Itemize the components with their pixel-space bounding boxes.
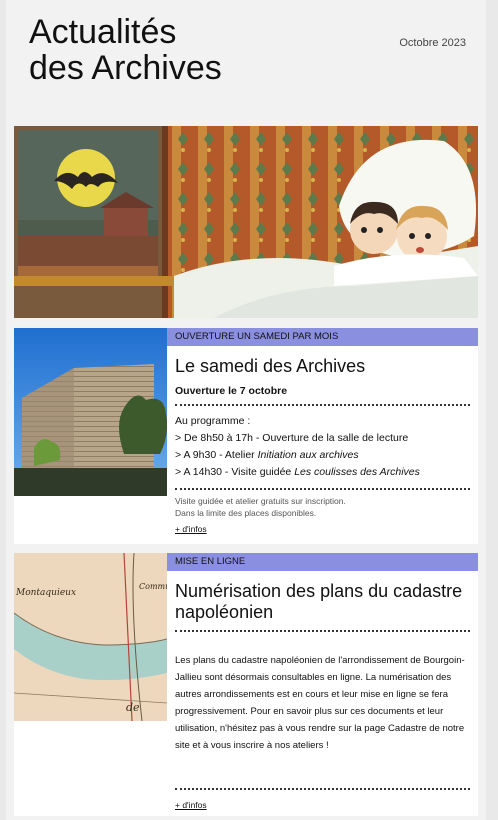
page-title: Actualités des Archives (29, 14, 222, 86)
program-item: > A 9h30 - Atelier Initiation aux archiv… (175, 449, 359, 461)
svg-text:de: de (126, 701, 140, 714)
hero-illustration (14, 126, 478, 318)
article-subtitle: Ouverture le 7 octobre (175, 385, 288, 397)
cadastre-map-image: Montaquieux Commu de (14, 553, 167, 721)
article-card-cadastre: Montaquieux Commu de MISE EN LIGNE Numér… (14, 553, 478, 816)
article-content: OUVERTURE UN SAMEDI PAR MOIS Le samedi d… (167, 328, 478, 544)
article-note: Visite guidée et atelier gratuits sur in… (175, 496, 346, 518)
newsletter: Actualités des Archives Octobre 2023 OUV… (6, 0, 486, 820)
article-content: MISE EN LIGNE Numérisation des plans du … (167, 553, 478, 816)
category-tag: MISE EN LIGNE (167, 553, 478, 571)
dotted-divider (175, 788, 470, 790)
dotted-divider (175, 630, 470, 632)
issue-date: Octobre 2023 (399, 37, 466, 49)
program-list: Au programme : > De 8h50 à 17h - Ouvertu… (175, 413, 470, 481)
article-title: Numérisation des plans du cadastre napol… (175, 581, 463, 622)
svg-text:Montaquieux: Montaquieux (15, 588, 76, 598)
archives-building-photo (14, 328, 167, 496)
program-item: > De 8h50 à 17h - Ouverture de la salle … (175, 432, 409, 444)
more-info-link[interactable]: + d'infos (175, 800, 207, 810)
article-title: Le samedi des Archives (175, 356, 366, 376)
svg-text:Commu: Commu (139, 582, 167, 591)
title-line-2: des Archives (29, 49, 222, 87)
more-info-link[interactable]: + d'infos (175, 524, 207, 534)
category-tag: OUVERTURE UN SAMEDI PAR MOIS (167, 328, 478, 346)
program-intro: Au programme : (175, 415, 251, 427)
article-card-samedi: OUVERTURE UN SAMEDI PAR MOIS Le samedi d… (14, 328, 478, 544)
dotted-divider (175, 404, 470, 406)
dotted-divider (175, 488, 470, 490)
title-line-1: Actualités (29, 13, 177, 51)
program-item: > A 14h30 - Visite guidée Les coulisses … (175, 466, 420, 478)
article-body: Les plans du cadastre napoléonien de l'a… (175, 655, 465, 751)
